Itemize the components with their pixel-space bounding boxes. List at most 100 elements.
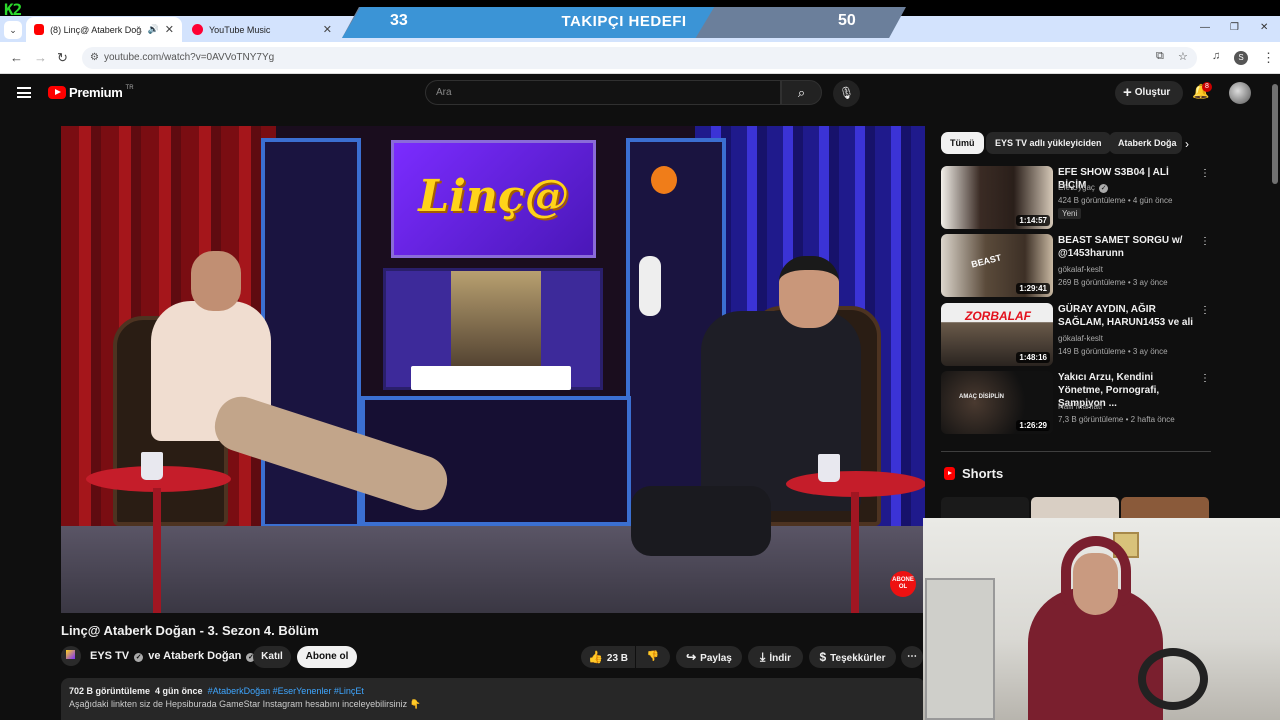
shorts-heading: Shorts	[962, 466, 1004, 481]
window-close-icon[interactable]: ✕	[1260, 22, 1268, 33]
channel-avatar[interactable]	[61, 646, 81, 666]
maximize-icon[interactable]: ❐	[1230, 22, 1239, 33]
tab-title: (8) Linç@ Ataberk Doğan -	[50, 24, 142, 35]
voice-search-button[interactable]: 🎙	[833, 80, 860, 107]
more-dots-icon: ⋯	[907, 651, 917, 662]
create-button[interactable]: + Oluştur	[1115, 81, 1183, 105]
speaker-icon[interactable]: 🔊	[148, 24, 159, 35]
right-host-legs	[631, 486, 771, 556]
left-guest-head	[191, 251, 241, 311]
download-button[interactable]: ⤓ İndir	[748, 646, 803, 668]
short-thumbnail[interactable]	[1121, 497, 1209, 520]
recommendation-item[interactable]: ZORBALAF 1:48:16 GÜRAY AYDIN, AĞIR SAĞLA…	[941, 303, 1211, 367]
account-avatar[interactable]	[1229, 82, 1251, 104]
download-icon: ⤓	[760, 650, 766, 664]
tab-close-icon[interactable]: ✕	[323, 23, 332, 36]
tab-youtube-music[interactable]: YouTube Music ✕	[184, 17, 340, 42]
hashtags[interactable]: #AtaberkDoğan #EserYenenler #LinçEt	[208, 686, 364, 696]
dislike-button[interactable]: 👎	[636, 646, 670, 668]
webcam-shelf	[925, 578, 995, 720]
right-host-head	[779, 256, 839, 328]
recommendation-channel[interactable]: gökalaf-keslt	[1058, 263, 1103, 276]
forward-arrow-icon[interactable]: →	[34, 50, 47, 65]
follower-goal-bar: 33 TAKIPÇI HEDEFI 50	[342, 7, 906, 38]
video-thumbnail[interactable]: 1:14:57	[941, 166, 1053, 229]
more-options-icon[interactable]: ⋮	[1200, 168, 1210, 179]
chip-ataberk[interactable]: Ataberk Doğa	[1109, 132, 1182, 154]
bookmark-star-icon[interactable]: ☆	[1178, 50, 1188, 63]
recommendation-item[interactable]: AMAÇ DİSİPLİN 1:26:29 Yakıcı Arzu, Kendi…	[941, 371, 1211, 435]
youtube-premium-logo[interactable]: Premium TR	[48, 85, 134, 100]
like-button[interactable]: 👍 23 B	[581, 646, 635, 668]
recommendation-item[interactable]: BEAST 1:29:41 BEAST SAMET SORGU w/ @1453…	[941, 234, 1211, 298]
recommendation-item[interactable]: 1:14:57 EFE SHOW S3B04 | ALİ BİÇİM Efe U…	[941, 166, 1211, 230]
channel-name-2[interactable]: Ataberk Doğan	[163, 650, 241, 662]
new-badge: Yeni	[1058, 208, 1082, 219]
goal-title: TAKIPÇI HEDEFI	[561, 13, 687, 30]
thumbnail-overlay-text: AMAÇ DİSİPLİN	[959, 394, 1004, 400]
download-label: İndir	[769, 653, 791, 664]
tab-close-icon[interactable]: ✕	[165, 23, 174, 36]
short-thumbnail[interactable]	[1031, 497, 1119, 520]
channel-subscribe-watermark[interactable]: ABONE OL	[890, 571, 916, 597]
reload-icon[interactable]: ↻	[57, 50, 68, 66]
share-arrow-icon: ↪	[686, 650, 697, 664]
join-button[interactable]: Katıl	[253, 646, 291, 668]
tab-youtube-video[interactable]: (8) Linç@ Ataberk Doğan - 🔊 ✕	[26, 17, 182, 42]
upload-age: 4 gün önce	[155, 686, 203, 696]
youtube-favicon-icon	[34, 24, 45, 35]
duration-badge: 1:14:57	[1016, 215, 1050, 226]
chevron-right-icon[interactable]: ›	[1185, 137, 1189, 151]
site-info-icon[interactable]: ⚙	[90, 47, 99, 69]
description-line-2: Aşağıdaki linkten siz de Hepsiburada Gam…	[69, 699, 421, 709]
screen-tweet-card	[411, 366, 571, 390]
chip-all[interactable]: Tümü	[941, 132, 984, 154]
share-button[interactable]: ↪ Paylaş	[676, 646, 742, 668]
video-thumbnail[interactable]: BEAST 1:29:41	[941, 234, 1053, 297]
recommendation-meta: 424 B görüntüleme • 4 gün önce	[1058, 196, 1173, 205]
channel-names[interactable]: EYS TV ✓ ve Ataberk Doğan ✓	[90, 650, 257, 662]
search-icon: ⌕	[797, 85, 806, 100]
like-count: 23 B	[606, 653, 629, 664]
scrollbar-thumb[interactable]	[1272, 84, 1278, 184]
media-control-icon[interactable]: ♫	[1212, 50, 1220, 62]
more-options-icon[interactable]: ⋮	[1200, 373, 1210, 384]
racing-wheel	[1138, 648, 1208, 710]
minimize-icon[interactable]: —	[1200, 22, 1210, 33]
recommendation-channel[interactable]: gökalaf-keslt	[1058, 332, 1103, 345]
thanks-label: Teşekkürler	[830, 653, 886, 664]
tab-search-dropdown[interactable]: ⌄	[4, 21, 22, 39]
hamburger-menu-icon[interactable]	[17, 87, 31, 98]
search-button[interactable]: ⌕	[781, 80, 822, 105]
plus-icon: +	[1123, 84, 1132, 101]
profile-avatar[interactable]: S	[1234, 51, 1248, 65]
search-input[interactable]: Ara	[425, 80, 781, 105]
back-arrow-icon[interactable]: ←	[10, 50, 23, 65]
more-actions-button[interactable]: ⋯	[901, 646, 923, 668]
recommendation-channel[interactable]: Efe Uygaç ✓	[1058, 181, 1110, 194]
recommendation-title[interactable]: BEAST SAMET SORGU w/ @1453harunn	[1058, 234, 1198, 260]
shorts-icon	[944, 467, 955, 480]
recommendation-channel[interactable]: Halil Mamati	[1058, 400, 1102, 413]
super-thanks-icon: $	[819, 650, 827, 664]
recommendation-title[interactable]: GÜRAY AYDIN, AĞIR SAĞLAM, HARUN1453 ve a…	[1058, 303, 1198, 329]
browser-menu-icon[interactable]: ⋮	[1262, 50, 1275, 66]
thumbnail-overlay-text: BEAST	[970, 252, 1003, 270]
more-options-icon[interactable]: ⋮	[1200, 305, 1210, 316]
short-thumbnail[interactable]	[941, 497, 1029, 520]
video-player[interactable]: Linç@ ABONE OL	[61, 126, 925, 613]
video-thumbnail[interactable]: ZORBALAF 1:48:16	[941, 303, 1053, 366]
channel-name[interactable]: EYS TV	[90, 650, 129, 662]
duck-toy	[651, 166, 677, 194]
video-thumbnail[interactable]: AMAÇ DİSİPLİN 1:26:29	[941, 371, 1053, 434]
chip-from-uploader[interactable]: EYS TV adlı yükleyiciden	[986, 132, 1111, 154]
install-app-icon[interactable]: ⧉	[1156, 50, 1164, 63]
subscribe-button[interactable]: Abone ol	[297, 646, 357, 668]
description-box[interactable]: 702 B görüntüleme 4 gün önce #AtaberkDoğ…	[61, 678, 925, 720]
more-options-icon[interactable]: ⋮	[1200, 236, 1210, 247]
url-text: youtube.com/watch?v=0AVVoTNY7Yg	[104, 52, 275, 63]
left-mug	[141, 452, 163, 480]
recommendation-meta: 269 B görüntüleme • 3 ay önce	[1058, 278, 1168, 287]
thanks-button[interactable]: $ Teşekkürler	[809, 646, 896, 668]
address-bar[interactable]: ⚙ youtube.com/watch?v=0AVVoTNY7Yg	[82, 47, 1197, 69]
